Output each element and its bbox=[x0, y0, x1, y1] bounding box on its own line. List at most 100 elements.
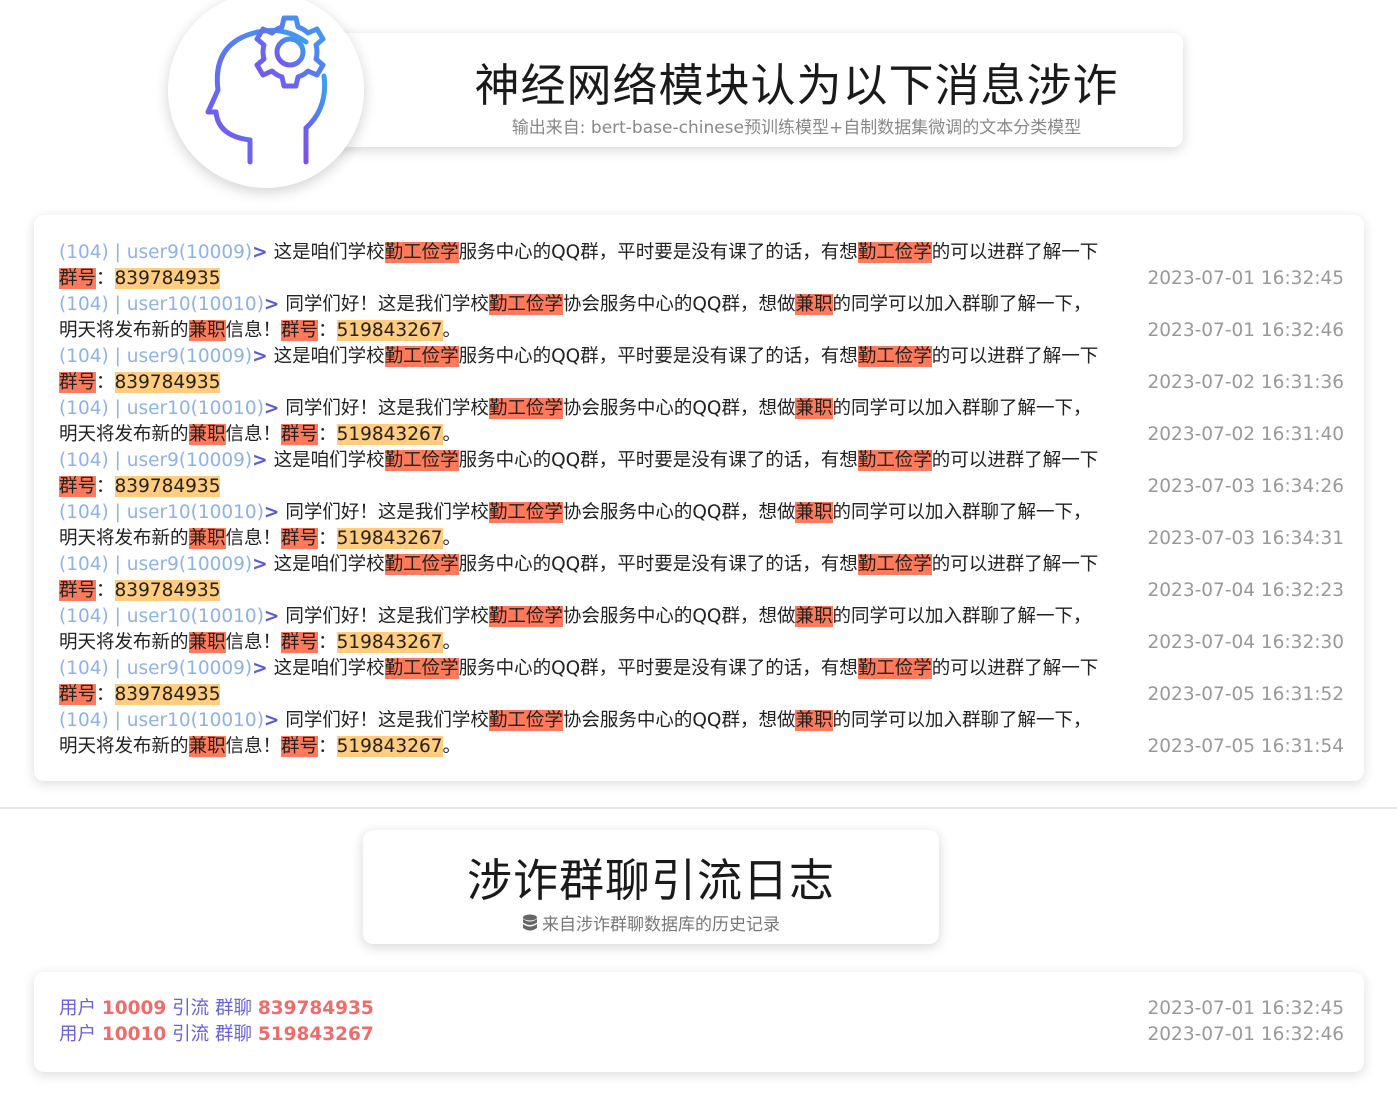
keyword-highlight: 勤工俭学 bbox=[857, 346, 932, 367]
keyword-highlight: 勤工俭学 bbox=[488, 294, 563, 315]
message-text: (104) | user10(10010)> 同学们好！这是我们学校勤工俭学协会… bbox=[59, 604, 1099, 656]
keyword-highlight: 勤工俭学 bbox=[384, 450, 459, 471]
group-number-highlight: 519843267 bbox=[336, 528, 443, 549]
message-segment: 服务中心的QQ群，平时要是没有课了的话，有想 bbox=[458, 242, 858, 263]
message-segment: 这是咱们学校 bbox=[273, 450, 385, 471]
message-segment: 协会服务中心的QQ群，想做 bbox=[562, 398, 796, 419]
message-sender: (104) | user10(10010) bbox=[59, 710, 264, 731]
message-segment: ： bbox=[96, 372, 115, 393]
message-segment: 协会服务中心的QQ群，想做 bbox=[562, 502, 796, 523]
message-sender: (104) | user10(10010) bbox=[59, 398, 264, 419]
keyword-highlight: 勤工俭学 bbox=[488, 606, 563, 627]
log-subtitle-text: 来自涉诈群聊数据库的历史记录 bbox=[542, 915, 780, 935]
message-row: (104) | user10(10010)> 同学们好！这是我们学校勤工俭学协会… bbox=[59, 604, 1344, 656]
keyword-highlight: 群号 bbox=[281, 632, 319, 653]
message-sender: (104) | user9(10009) bbox=[59, 346, 253, 367]
keyword-highlight: 兼职 bbox=[188, 528, 226, 549]
message-segment: 同学们好！这是我们学校 bbox=[285, 294, 489, 315]
message-text: (104) | user9(10009)> 这是咱们学校勤工俭学服务中心的QQ群… bbox=[59, 552, 1099, 604]
message-segment: 的可以进群了解一下 bbox=[931, 450, 1099, 471]
message-row: (104) | user9(10009)> 这是咱们学校勤工俭学服务中心的QQ群… bbox=[59, 448, 1344, 500]
message-text: (104) | user10(10010)> 同学们好！这是我们学校勤工俭学协会… bbox=[59, 708, 1099, 760]
group-number-highlight: 839784935 bbox=[114, 684, 221, 705]
database-icon bbox=[523, 914, 537, 931]
message-segment: ： bbox=[318, 736, 337, 757]
message-timestamp: 2023-07-04 16:32:30 bbox=[1147, 632, 1344, 653]
log-word-redirect: 引流 群聊 bbox=[166, 998, 258, 1019]
message-arrow: > bbox=[263, 502, 280, 523]
message-timestamp: 2023-07-02 16:31:36 bbox=[1147, 372, 1344, 393]
message-sender: (104) | user10(10010) bbox=[59, 502, 264, 523]
keyword-highlight: 勤工俭学 bbox=[857, 554, 932, 575]
log-row: 用户 10010 引流 群聊 519843267 2023-07-01 16:32… bbox=[59, 1022, 1344, 1048]
message-segment: 协会服务中心的QQ群，想做 bbox=[562, 710, 796, 731]
keyword-highlight: 兼职 bbox=[795, 502, 833, 523]
keyword-highlight: 群号 bbox=[59, 580, 97, 601]
message-segment: 。 bbox=[442, 424, 462, 445]
message-segment: 的可以进群了解一下 bbox=[931, 658, 1099, 679]
message-row: (104) | user10(10010)> 同学们好！这是我们学校勤工俭学协会… bbox=[59, 292, 1344, 344]
message-segment: 服务中心的QQ群，平时要是没有课了的话，有想 bbox=[458, 346, 858, 367]
log-timestamp: 2023-07-01 16:32:46 bbox=[1147, 1024, 1344, 1045]
message-text: (104) | user9(10009)> 这是咱们学校勤工俭学服务中心的QQ群… bbox=[59, 656, 1099, 708]
keyword-highlight: 群号 bbox=[281, 736, 319, 757]
keyword-highlight: 勤工俭学 bbox=[384, 554, 459, 575]
flagged-messages-card: (104) | user9(10009)> 这是咱们学校勤工俭学服务中心的QQ群… bbox=[34, 215, 1364, 781]
message-segment: 同学们好！这是我们学校 bbox=[285, 398, 489, 419]
message-sender: (104) | user9(10009) bbox=[59, 450, 253, 471]
hero-card: 神经网络模块认为以下消息涉诈 输出来自: bert-base-chinese预训… bbox=[330, 33, 1183, 147]
message-segment: 信息！ bbox=[225, 424, 282, 445]
keyword-highlight: 群号 bbox=[281, 424, 319, 445]
message-segment: 协会服务中心的QQ群，想做 bbox=[562, 606, 796, 627]
message-row: (104) | user9(10009)> 这是咱们学校勤工俭学服务中心的QQ群… bbox=[59, 240, 1344, 292]
keyword-highlight: 勤工俭学 bbox=[857, 658, 932, 679]
message-segment: 协会服务中心的QQ群，想做 bbox=[562, 294, 796, 315]
log-row: 用户 10009 引流 群聊 839784935 2023-07-01 16:32… bbox=[59, 996, 1344, 1022]
log-user-id: 10009 bbox=[101, 998, 167, 1019]
log-timestamp: 2023-07-01 16:32:45 bbox=[1147, 998, 1344, 1019]
log-word-redirect: 引流 群聊 bbox=[166, 1024, 258, 1045]
log-word-user: 用户 bbox=[59, 998, 102, 1019]
message-segment: 的可以进群了解一下 bbox=[931, 346, 1099, 367]
message-timestamp: 2023-07-01 16:32:45 bbox=[1147, 268, 1344, 289]
keyword-highlight: 群号 bbox=[281, 528, 319, 549]
message-timestamp: 2023-07-03 16:34:31 bbox=[1147, 528, 1344, 549]
message-segment: 的可以进群了解一下 bbox=[931, 554, 1099, 575]
log-list: 用户 10009 引流 群聊 839784935 2023-07-01 16:32… bbox=[59, 996, 1344, 1048]
message-timestamp: 2023-07-02 16:31:40 bbox=[1147, 424, 1344, 445]
message-timestamp: 2023-07-03 16:34:26 bbox=[1147, 476, 1344, 497]
section-divider bbox=[0, 807, 1397, 809]
log-user-id: 10010 bbox=[101, 1024, 167, 1045]
message-timestamp: 2023-07-01 16:32:46 bbox=[1147, 320, 1344, 341]
group-number-highlight: 519843267 bbox=[336, 632, 443, 653]
message-row: (104) | user9(10009)> 这是咱们学校勤工俭学服务中心的QQ群… bbox=[59, 656, 1344, 708]
message-row: (104) | user10(10010)> 同学们好！这是我们学校勤工俭学协会… bbox=[59, 708, 1344, 760]
message-segment: ： bbox=[96, 684, 115, 705]
head-gear-icon bbox=[205, 15, 328, 165]
message-segment: 信息！ bbox=[225, 528, 282, 549]
message-segment: ： bbox=[96, 476, 115, 497]
message-segment: 的可以进群了解一下 bbox=[931, 242, 1099, 263]
page-title: 神经网络模块认为以下消息涉诈 bbox=[474, 59, 1119, 112]
message-segment: 信息！ bbox=[225, 736, 282, 757]
keyword-highlight: 兼职 bbox=[795, 710, 833, 731]
message-segment: ： bbox=[318, 632, 337, 653]
keyword-highlight: 勤工俭学 bbox=[384, 658, 459, 679]
message-segment: ： bbox=[318, 320, 337, 341]
log-subtitle: 来自涉诈群聊数据库的历史记录 bbox=[363, 910, 939, 935]
keyword-highlight: 勤工俭学 bbox=[488, 398, 563, 419]
message-segment: 。 bbox=[442, 736, 462, 757]
message-arrow: > bbox=[263, 606, 280, 627]
message-segment: ： bbox=[318, 424, 337, 445]
hero-logo bbox=[168, 0, 364, 188]
message-arrow: > bbox=[263, 294, 280, 315]
keyword-highlight: 勤工俭学 bbox=[857, 242, 932, 263]
group-number-highlight: 519843267 bbox=[336, 320, 443, 341]
keyword-highlight: 群号 bbox=[281, 320, 319, 341]
message-sender: (104) | user9(10009) bbox=[59, 554, 253, 575]
keyword-highlight: 群号 bbox=[59, 476, 97, 497]
message-arrow: > bbox=[252, 346, 268, 367]
message-segment: 。 bbox=[442, 528, 462, 549]
message-text: (104) | user9(10009)> 这是咱们学校勤工俭学服务中心的QQ群… bbox=[59, 240, 1099, 292]
keyword-highlight: 兼职 bbox=[188, 424, 226, 445]
